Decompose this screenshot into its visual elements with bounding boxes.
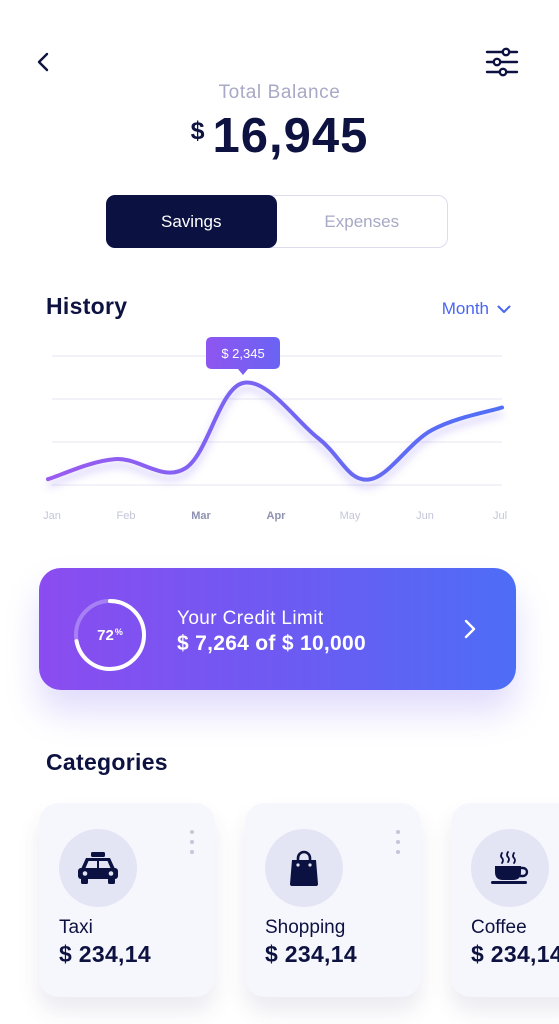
category-amount: $ 234,14	[59, 941, 151, 967]
credit-limit-label: Your Credit Limit	[177, 608, 324, 629]
savings-tab[interactable]: Savings	[106, 195, 277, 248]
category-name: Shopping	[265, 917, 346, 938]
more-options-icon[interactable]	[189, 829, 195, 855]
x-tick-label: May	[340, 510, 361, 522]
category-card-coffee[interactable]: Coffee $ 234,14	[451, 803, 559, 997]
back-button[interactable]	[28, 44, 60, 80]
chevron-down-icon	[497, 305, 511, 313]
x-axis-ticks: Jan Feb Mar Apr May Jun Jul	[43, 510, 507, 522]
category-name: Taxi	[59, 917, 93, 938]
categories-title: Categories	[46, 749, 168, 775]
credit-percent-value: 72	[97, 626, 114, 644]
balance-amount: 16,945	[212, 109, 369, 163]
category-card-shopping[interactable]: Shopping $ 234,14	[245, 803, 421, 997]
history-line-chart: $ 2,345 Jan Feb Mar Apr May Jun Jul	[43, 337, 507, 522]
chevron-right-icon	[464, 619, 476, 639]
x-tick-label: Jan	[43, 510, 61, 522]
sliders-icon	[485, 47, 519, 77]
currency-symbol: $	[190, 117, 205, 145]
category-amount: $ 234,14	[471, 941, 559, 967]
taxi-icon	[78, 852, 118, 884]
filter-settings-button[interactable]	[482, 44, 522, 80]
chart-series	[46, 380, 504, 489]
period-dropdown[interactable]: Month	[442, 299, 511, 319]
category-name: Coffee	[471, 917, 527, 938]
credit-percent-unit: %	[114, 627, 123, 637]
category-icon-badge	[265, 829, 343, 907]
series-line-shadow	[47, 385, 503, 489]
category-card-taxi[interactable]: Taxi $ 234,14	[39, 803, 215, 997]
x-tick-label: Jun	[416, 510, 434, 522]
expenses-tab[interactable]: Expenses	[277, 196, 448, 247]
category-icon-badge	[59, 829, 137, 907]
credit-limit-value: $ 7,264 of $ 10,000	[177, 632, 366, 655]
total-balance-value: $ 16,945	[0, 108, 559, 164]
category-amount: $ 234,14	[265, 941, 357, 967]
period-label: Month	[441, 299, 489, 318]
more-options-icon[interactable]	[395, 829, 401, 855]
x-tick-label: Apr	[267, 510, 287, 522]
credit-limit-card[interactable]: 72% Your Credit Limit $ 7,264 of $ 10,00…	[39, 568, 516, 690]
x-tick-label: Mar	[191, 510, 211, 522]
credit-percent: 72%	[72, 597, 148, 673]
shopping-bag-icon	[290, 850, 318, 886]
total-balance-label: Total Balance	[218, 82, 341, 103]
tooltip-value: $ 2,345	[221, 346, 264, 361]
chart-tooltip: $ 2,345	[206, 337, 280, 375]
category-icon-badge	[471, 829, 549, 907]
chevron-left-icon	[37, 52, 49, 72]
history-title: History	[46, 293, 128, 319]
coffee-cup-icon	[491, 851, 529, 884]
x-tick-label: Feb	[117, 510, 136, 522]
account-type-toggle: Savings Expenses	[106, 195, 448, 248]
x-tick-label: Jul	[493, 510, 507, 522]
